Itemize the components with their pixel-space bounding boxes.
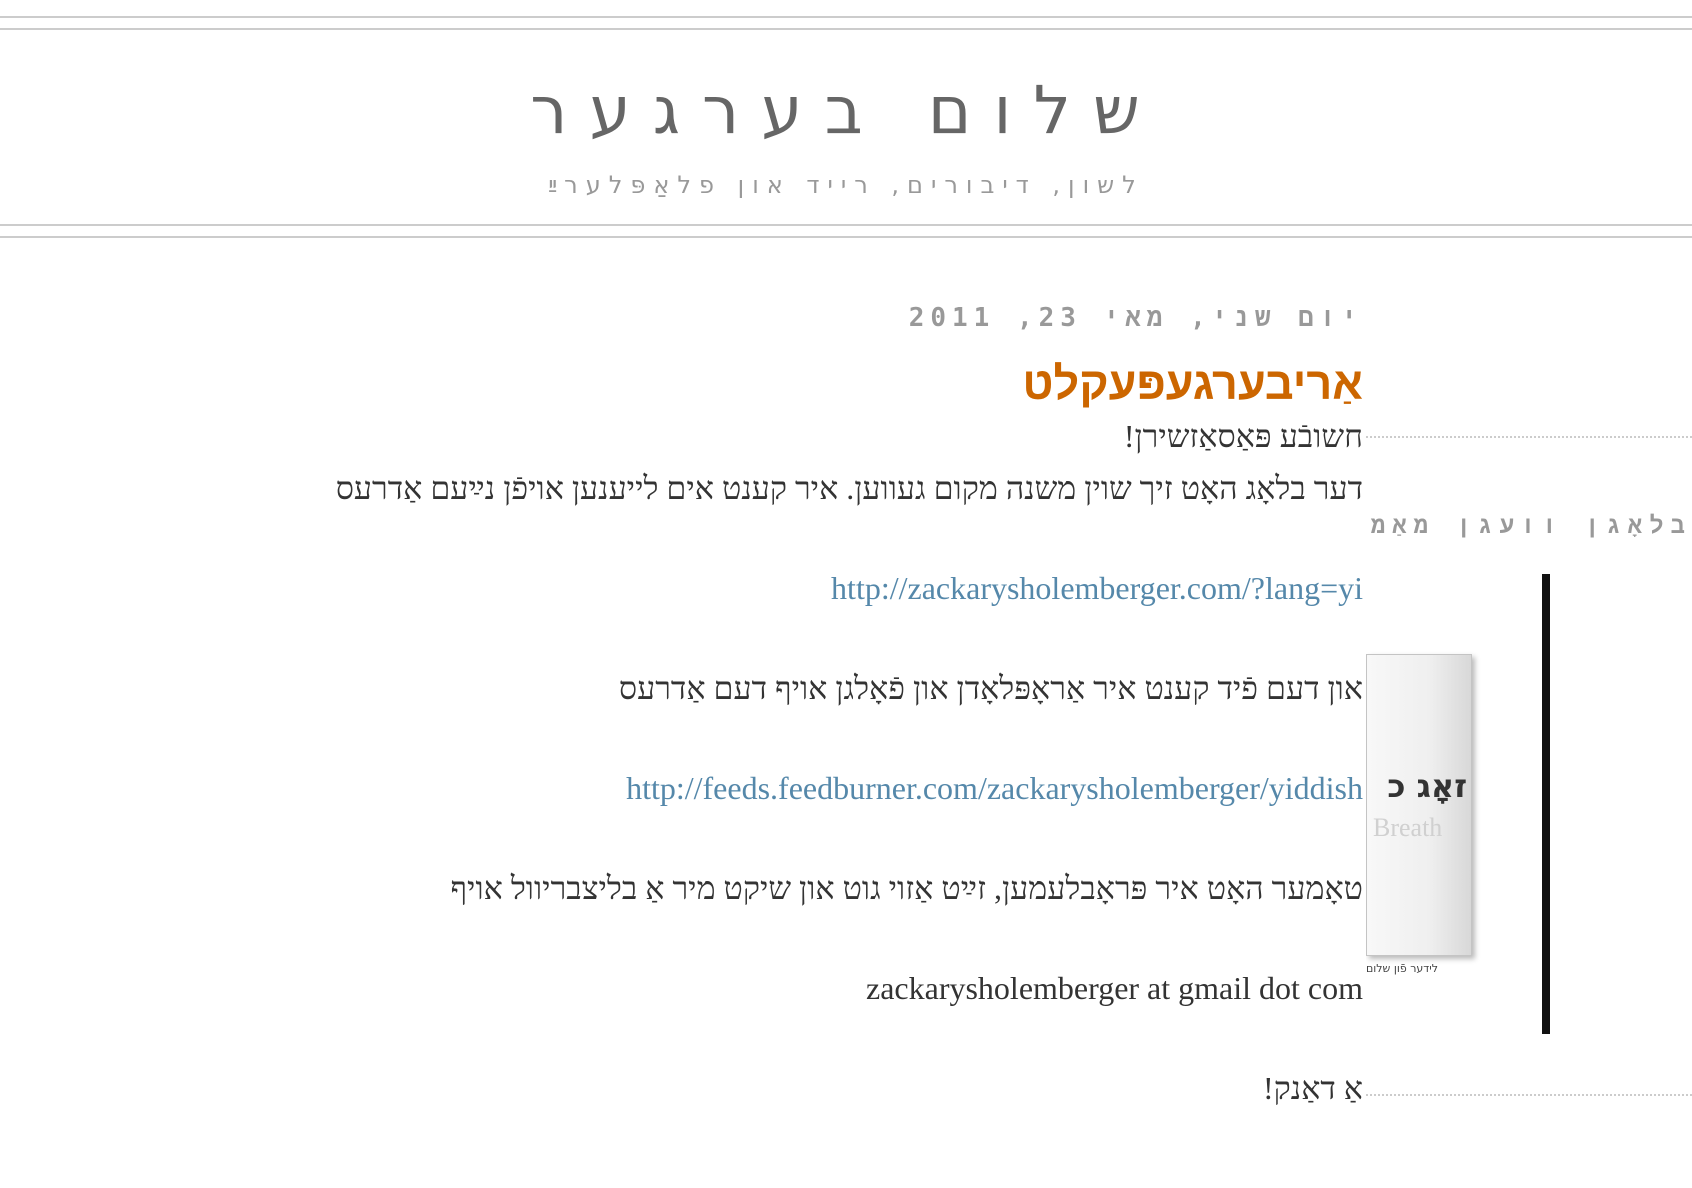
book-cover-title: זאָג כ	[1387, 767, 1467, 805]
post-paragraph-feed: און דעם פֿיד קענט איר אַראָפּלאָדן און פ…	[618, 670, 1363, 706]
post-greeting: חשובֿע פּאַסאַזשירן!	[1123, 418, 1363, 454]
blog-description: לשון, דיבורים, רייד און פלאַפּלערײַ	[548, 171, 1144, 199]
post-body: חשובֿע פּאַסאַזשירן! דער בלאָג האָט זיך …	[150, 414, 1363, 1110]
sidebar-widget-title: בלאָגן וועגן מאַמע-לשון און אויף ייִדיש	[1366, 510, 1692, 539]
book-cover-caption: לידער פֿון שלום	[1366, 962, 1439, 975]
post-paragraph-moved: דער בלאָג האָט זיך שוין משנה מקום געווען…	[335, 470, 1363, 506]
book-spine-image[interactable]	[1542, 574, 1550, 1034]
main-column: יום שני, מאי 23, 2011 אַריבערגעפּעקלט חש…	[150, 300, 1363, 1110]
blog-title[interactable]: שלום בערגער	[0, 66, 1692, 156]
book-cover-image[interactable]: זאָג כ Breath	[1366, 654, 1472, 956]
post-link-line-1: http://zackarysholemberger.com/?lang=yi	[150, 566, 1363, 610]
post-paragraph-problems: טאָמער האָט איר פּראָבלעמען, זײַט אַזוי …	[450, 870, 1363, 906]
sidebar-divider-bottom	[1366, 1094, 1692, 1096]
feed-link[interactable]: http://feeds.feedburner.com/zackaryshole…	[626, 770, 1363, 806]
post-email: zackarysholemberger at gmail dot com	[866, 970, 1363, 1006]
sidebar: בלאָגן וועגן מאַמע-לשון און אויף ייִדיש …	[1366, 430, 1692, 1188]
post-thanks: אַ דאַנק!	[1263, 1070, 1363, 1106]
new-site-link[interactable]: http://zackarysholemberger.com/?lang=yi	[831, 570, 1363, 606]
post-title[interactable]: אַריבערגעפּעקלט	[150, 354, 1363, 414]
blog-header: שלום בערגער לשון, דיבורים, רייד און פלאַ…	[0, 0, 1692, 260]
date-header: יום שני, מאי 23, 2011	[908, 303, 1363, 333]
header-rule-1	[0, 224, 1692, 226]
header-rule-2	[0, 236, 1692, 238]
book-cover-subtitle: Breath	[1373, 813, 1443, 842]
post-link-line-2: http://feeds.feedburner.com/zackaryshole…	[150, 766, 1363, 810]
sidebar-divider-top	[1366, 436, 1692, 438]
